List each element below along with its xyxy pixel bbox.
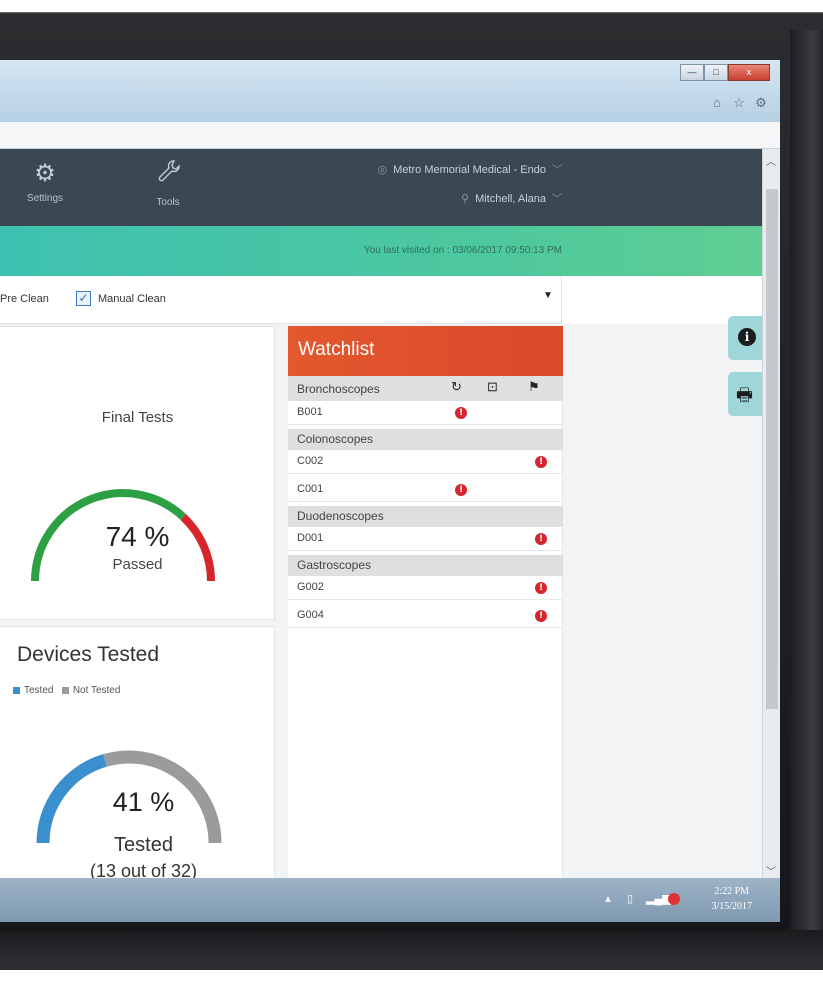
device-icon[interactable]: ▯ — [624, 893, 636, 905]
watchlist-item[interactable]: D001! — [288, 527, 563, 551]
volume-muted-icon[interactable] — [668, 893, 680, 905]
watchlist-category: Gastroscopes — [288, 555, 563, 576]
flag-icon[interactable]: ⚑ — [528, 379, 540, 395]
alert-icon[interactable]: ! — [455, 484, 467, 496]
final-tests-percent: 74 % — [105, 521, 170, 552]
network-icon[interactable]: ▂▄▆ — [646, 893, 671, 905]
nav-tools[interactable]: Tools — [128, 159, 208, 208]
top-edge — [0, 0, 823, 12]
nav-tools-label: Tools — [156, 197, 180, 208]
watchlist-panel: Watchlist Bronchoscopes ↻ ⊡ ⚑ B001! Colonosco… — [288, 326, 563, 884]
watchlist-title: Watchlist — [288, 326, 563, 376]
final-tests-status: Passed — [112, 556, 163, 573]
user-icon: ⚲ — [461, 193, 470, 205]
legend-not-tested: Not Tested — [72, 685, 121, 696]
clock-date: 3/15/2017 — [711, 901, 752, 912]
nav-settings[interactable]: ⚙ Settings — [5, 159, 85, 204]
wrench-icon — [128, 159, 208, 193]
user-name: Mitchell, Alana — [475, 193, 546, 205]
watchlist-category: Colonoscopes — [288, 429, 563, 450]
star-icon[interactable]: ☆ — [732, 96, 746, 110]
devices-legend: Tested Not Tested — [13, 685, 120, 696]
printer-icon: 🖶 — [736, 385, 753, 405]
watchlist-item[interactable]: G002! — [288, 576, 563, 600]
devices-tested-status: Tested — [114, 834, 173, 856]
watchlist-item-id: C002 — [297, 455, 324, 467]
last-visited-text: You last visited on : 03/06/2017 09:50:1… — [363, 245, 562, 256]
settings-icon: ⚙ — [34, 160, 56, 187]
location-pin-icon: ◎ — [377, 164, 388, 176]
browser-icons: ⌂ ☆ ⚙ — [710, 96, 768, 110]
user-selector[interactable]: ⚲ Mitchell, Alana ﹀ — [461, 190, 562, 205]
chart-icon[interactable]: ⊡ — [487, 379, 498, 395]
filter-bar: Pre Clean ✓ Manual Clean ▼ — [0, 276, 562, 324]
watchlist-item-id: B001 — [297, 406, 323, 418]
watchlist-item[interactable]: G004! — [288, 604, 563, 628]
watchlist-item-id: G004 — [297, 609, 324, 621]
final-tests-panel: Final Tests 74 % Passed — [0, 326, 275, 620]
chevron-down-icon: ﹀ — [552, 194, 562, 205]
taskbar-clock[interactable]: 2:22 PM 3/15/2017 — [711, 884, 752, 914]
alert-icon[interactable]: ! — [455, 407, 467, 419]
nav-settings-label: Settings — [26, 193, 64, 204]
window-controls: — □ x — [680, 64, 770, 81]
filter-dropdown-arrow-icon[interactable]: ▼ — [543, 290, 553, 301]
manual-clean-checkbox[interactable]: ✓ — [76, 291, 91, 306]
gear-icon[interactable]: ⚙ — [754, 96, 768, 110]
alert-icon[interactable]: ! — [535, 582, 547, 594]
legend-not-tested-swatch — [61, 686, 69, 694]
screen: — □ x ⌂ ☆ ⚙ ⚙ Settings Tools ◎ Metro Memo… — [0, 60, 780, 922]
maximize-button[interactable]: □ — [704, 64, 728, 81]
refresh-icon[interactable]: ↻ — [451, 379, 462, 395]
final-tests-title: Final Tests — [101, 409, 174, 426]
scroll-down-icon[interactable]: ﹀ — [766, 863, 776, 878]
minimize-button[interactable]: — — [680, 64, 704, 81]
scroll-up-icon[interactable]: ︿ — [766, 153, 776, 168]
watchlist-category: Bronchoscopes ↻ ⊡ ⚑ — [288, 376, 563, 401]
watchlist-category: Duodenoscopes — [288, 506, 563, 527]
alert-icon[interactable]: ! — [535, 456, 547, 468]
alert-icon[interactable]: ! — [535, 610, 547, 622]
watchlist-category-name: Colonoscopes — [297, 432, 374, 446]
taskbar: ▴ ▯ ▂▄▆ 2:22 PM 3/15/2017 — [0, 878, 780, 922]
system-tray: ▴ ▯ ▂▄▆ — [602, 893, 680, 905]
info-icon: i — [738, 328, 756, 346]
print-button[interactable]: 🖶 — [728, 372, 764, 416]
devices-tested-percent: 41 % — [112, 787, 175, 817]
info-button[interactable]: i — [728, 316, 764, 360]
devices-tested-title: Devices Tested — [17, 643, 160, 666]
home-icon[interactable]: ⌂ — [710, 96, 724, 110]
clock-time: 2:22 PM — [714, 886, 750, 897]
chevron-down-icon: ﹀ — [552, 165, 562, 176]
manual-clean-label[interactable]: Manual Clean — [98, 293, 166, 305]
watchlist-item-id: D001 — [297, 532, 324, 544]
legend-tested: Tested — [24, 685, 54, 696]
watchlist-category-name: Duodenoscopes — [297, 509, 384, 523]
location-name: Metro Memorial Medical - Endo — [393, 164, 546, 176]
app-header: ⚙ Settings Tools ◎ Metro Memorial Medical… — [0, 149, 762, 226]
bottom-edge — [0, 970, 823, 989]
alert-icon[interactable]: ! — [535, 533, 547, 545]
bezel-right-edge — [790, 30, 823, 970]
last-visited-banner: You last visited on : 03/06/2017 09:50:1… — [0, 226, 762, 276]
watchlist-category-name: Bronchoscopes — [297, 382, 380, 396]
watchlist-item[interactable]: C002! — [288, 450, 563, 474]
pre-clean-label[interactable]: Pre Clean — [0, 293, 49, 305]
location-selector[interactable]: ◎ Metro Memorial Medical - Endo ﹀ — [378, 161, 562, 176]
close-button[interactable]: x — [728, 64, 770, 81]
watchlist-item-id: C001 — [297, 483, 324, 495]
devices-tested-panel: Devices Tested Tested Not Tested 41 % Te… — [0, 626, 275, 888]
tray-expand-icon[interactable]: ▴ — [602, 893, 614, 905]
watchlist-item[interactable]: C001! — [288, 478, 563, 502]
window-titlebar: — □ x ⌂ ☆ ⚙ — [0, 60, 780, 122]
watchlist-item[interactable]: B001! — [288, 401, 563, 425]
watchlist-item-id: G002 — [297, 581, 324, 593]
watchlist-category-name: Gastroscopes — [297, 558, 372, 572]
legend-tested-swatch — [13, 686, 20, 694]
scroll-thumb[interactable] — [766, 189, 778, 709]
address-bar[interactable] — [0, 122, 780, 149]
vertical-scrollbar[interactable]: ︿ ﹀ — [762, 149, 780, 884]
